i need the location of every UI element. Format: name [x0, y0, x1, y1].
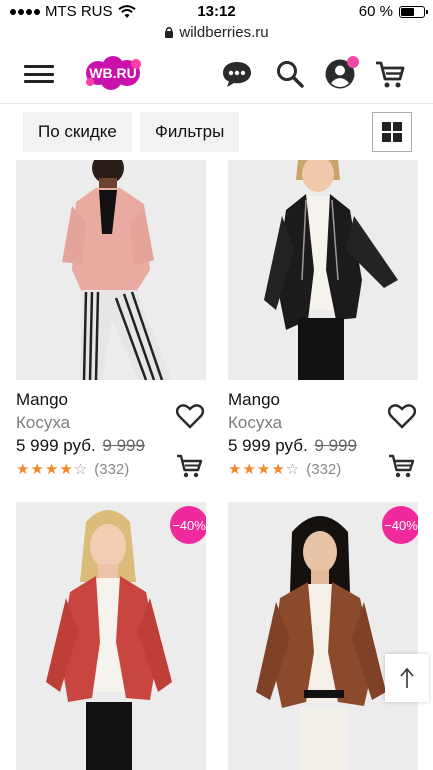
add-to-cart-icon[interactable] — [388, 453, 416, 479]
site-logo[interactable]: WB.RU — [84, 55, 142, 91]
search-icon[interactable] — [274, 58, 306, 90]
model-illustration — [16, 160, 206, 380]
grid-view-icon — [382, 122, 391, 131]
add-to-cart-icon[interactable] — [176, 453, 204, 479]
grid-view-toggle[interactable] — [372, 112, 412, 152]
notification-badge — [347, 56, 359, 68]
product-price: 5 999 руб. 9 999 — [16, 436, 145, 456]
rating-stars: ★★★★☆ — [16, 461, 89, 478]
rating-stars: ★★★★☆ — [228, 461, 301, 478]
address-bar[interactable]: wildberries.ru — [0, 22, 433, 42]
product-rating: ★★★★☆ (332) — [16, 460, 130, 479]
favorite-heart-icon[interactable] — [388, 403, 416, 429]
catalog-toolbar: По скидке Фильтры — [0, 104, 433, 160]
product-rating: ★★★★☆ (332) — [228, 460, 342, 479]
site-header: WB.RU — [0, 42, 433, 104]
model-illustration — [228, 502, 418, 770]
favorite-heart-icon[interactable] — [176, 403, 204, 429]
product-price: 5 999 руб. 9 999 — [228, 436, 357, 456]
logo-text: WB.RU — [89, 65, 137, 81]
filters-button[interactable]: Фильтры — [140, 112, 240, 152]
status-bar: MTS RUS 13:12 60 % — [0, 0, 433, 22]
product-brand: Mango — [16, 390, 68, 409]
menu-icon[interactable] — [24, 65, 54, 83]
old-price: 9 999 — [102, 436, 145, 455]
review-count: (332) — [306, 460, 342, 478]
battery-percent: 60 % — [358, 3, 393, 20]
product-brand: Mango — [228, 390, 280, 409]
current-price: 5 999 руб. — [16, 436, 96, 455]
product-name: Косуха — [228, 413, 283, 432]
current-price: 5 999 руб. — [228, 436, 308, 455]
arrow-up-icon — [400, 667, 414, 688]
model-illustration — [228, 160, 418, 380]
sort-by-discount-button[interactable]: По скидке — [23, 112, 132, 152]
url-text: wildberries.ru — [179, 23, 269, 41]
battery-icon — [399, 5, 428, 18]
discount-badge: −40% — [170, 506, 206, 544]
scroll-to-top-button[interactable] — [385, 654, 429, 702]
chat-icon[interactable] — [221, 58, 253, 90]
lock-icon — [165, 27, 174, 38]
discount-badge: −40% — [382, 506, 418, 544]
cart-icon[interactable] — [374, 58, 406, 90]
battery: 60 % — [358, 3, 428, 20]
product-photo[interactable] — [16, 160, 206, 380]
old-price: 9 999 — [314, 436, 357, 455]
product-photo[interactable]: −40% — [228, 502, 418, 770]
product-photo[interactable]: −40% — [16, 502, 206, 770]
review-count: (332) — [94, 460, 130, 478]
product-name: Косуха — [16, 413, 71, 432]
product-photo[interactable] — [228, 160, 418, 380]
model-illustration — [16, 502, 206, 770]
